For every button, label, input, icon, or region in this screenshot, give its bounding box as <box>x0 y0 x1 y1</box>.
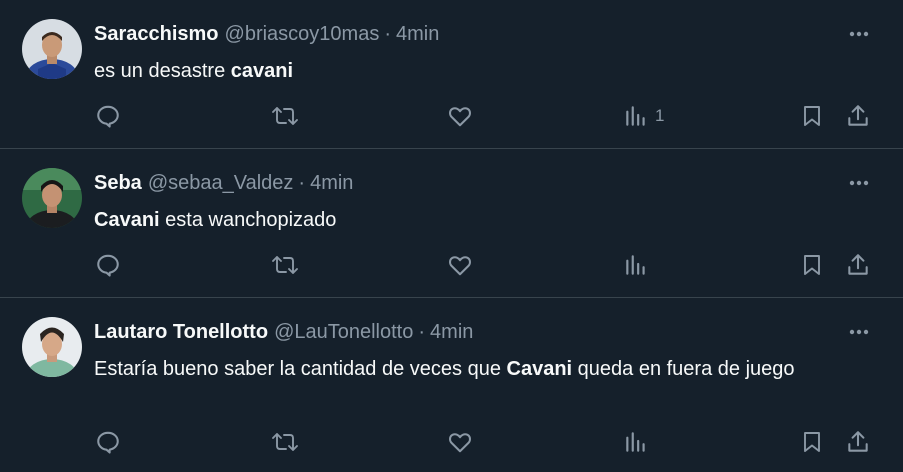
like-icon <box>449 256 471 276</box>
tweet-text-part: esta wanchopizado <box>159 209 337 231</box>
tweet[interactable]: Saracchismo @briascoy10mas · 4min es un des… <box>0 0 903 149</box>
share-icon <box>848 431 868 452</box>
more-options-button[interactable] <box>845 320 873 344</box>
like-button[interactable] <box>447 250 473 280</box>
share-icon <box>848 254 868 275</box>
bookmark-button[interactable] <box>800 250 824 280</box>
bookmark-icon <box>804 432 820 452</box>
views-icon <box>626 255 645 275</box>
share-button[interactable] <box>845 101 871 131</box>
tweet-text-part: queda en fuera de juego <box>572 358 795 380</box>
author-handle[interactable]: @briascoy10mas <box>225 23 380 45</box>
author-name[interactable]: Saracchismo <box>94 23 219 45</box>
author-name[interactable]: Lautaro Tonellotto <box>94 321 268 343</box>
retweet-icon <box>272 107 298 125</box>
reply-button[interactable] <box>95 101 121 131</box>
tweet-text-highlight: Cavani <box>94 209 160 231</box>
more-icon <box>849 31 869 37</box>
bookmark-button[interactable] <box>800 427 824 457</box>
views-count: 1 <box>655 106 665 125</box>
tweet-text: es un desastre cavani <box>94 56 854 86</box>
retweet-button[interactable] <box>271 101 299 131</box>
tweet-actions <box>0 427 903 457</box>
views-button[interactable] <box>623 250 655 280</box>
more-icon <box>849 180 869 186</box>
author-handle[interactable]: @LauTonellotto <box>274 321 413 343</box>
avatar[interactable] <box>22 19 82 79</box>
bookmark-icon <box>804 106 820 126</box>
tweet-text-highlight: cavani <box>230 60 294 82</box>
tweet-text-part: Estaría bueno saber la cantidad de veces… <box>94 358 507 380</box>
author-handle[interactable]: @sebaa_Valdez <box>148 172 294 194</box>
separator: · <box>418 321 426 343</box>
reply-button[interactable] <box>95 250 121 280</box>
author-name[interactable]: Seba <box>94 172 142 194</box>
separator: · <box>384 23 391 45</box>
reply-icon <box>97 431 119 454</box>
separator: · <box>298 172 306 194</box>
retweet-button[interactable] <box>271 427 299 457</box>
tweet-actions <box>0 250 903 280</box>
bookmark-icon <box>804 255 820 275</box>
timestamp[interactable]: 4min <box>396 23 439 45</box>
like-button[interactable] <box>447 101 473 131</box>
more-icon <box>849 329 869 335</box>
tweet-header: Saracchismo @briascoy10mas · 4min <box>94 22 439 46</box>
reply-icon <box>97 105 119 128</box>
tweet-feed: Saracchismo @briascoy10mas · 4min es un des… <box>0 0 903 472</box>
tweet-text: Cavani esta wanchopizado <box>94 205 854 235</box>
tweet-actions: 1 <box>0 101 903 131</box>
share-icon <box>848 105 868 126</box>
like-icon <box>449 107 471 127</box>
retweet-icon <box>272 256 298 274</box>
share-button[interactable] <box>845 427 871 457</box>
views-button[interactable]: 1 <box>623 101 664 131</box>
share-button[interactable] <box>845 250 871 280</box>
tweet-header: Seba @sebaa_Valdez · 4min <box>94 171 353 195</box>
tweet[interactable]: Lautaro Tonellotto @LauTonellotto · 4min Es… <box>0 298 903 472</box>
retweet-icon <box>272 433 298 451</box>
tweet-text-part: es un desastre <box>94 60 231 82</box>
views-icon <box>626 432 645 452</box>
views-icon <box>626 106 645 126</box>
timestamp[interactable]: 4min <box>310 172 353 194</box>
timestamp[interactable]: 4min <box>430 321 473 343</box>
tweet[interactable]: Seba @sebaa_Valdez · 4min Cavani esta wanch… <box>0 149 903 298</box>
reply-icon <box>97 254 119 277</box>
more-options-button[interactable] <box>845 171 873 195</box>
views-button[interactable] <box>623 427 655 457</box>
tweet-text: Estaría bueno saber la cantidad de veces… <box>94 354 854 384</box>
avatar[interactable] <box>22 168 82 228</box>
retweet-button[interactable] <box>271 250 299 280</box>
like-button[interactable] <box>447 427 473 457</box>
tweet-header: Lautaro Tonellotto @LauTonellotto · 4min <box>94 320 473 344</box>
tweet-text-highlight: Cavani <box>506 358 573 380</box>
avatar[interactable] <box>22 317 82 377</box>
bookmark-button[interactable] <box>800 101 824 131</box>
like-icon <box>449 433 471 453</box>
reply-button[interactable] <box>95 427 121 457</box>
more-options-button[interactable] <box>845 22 873 46</box>
